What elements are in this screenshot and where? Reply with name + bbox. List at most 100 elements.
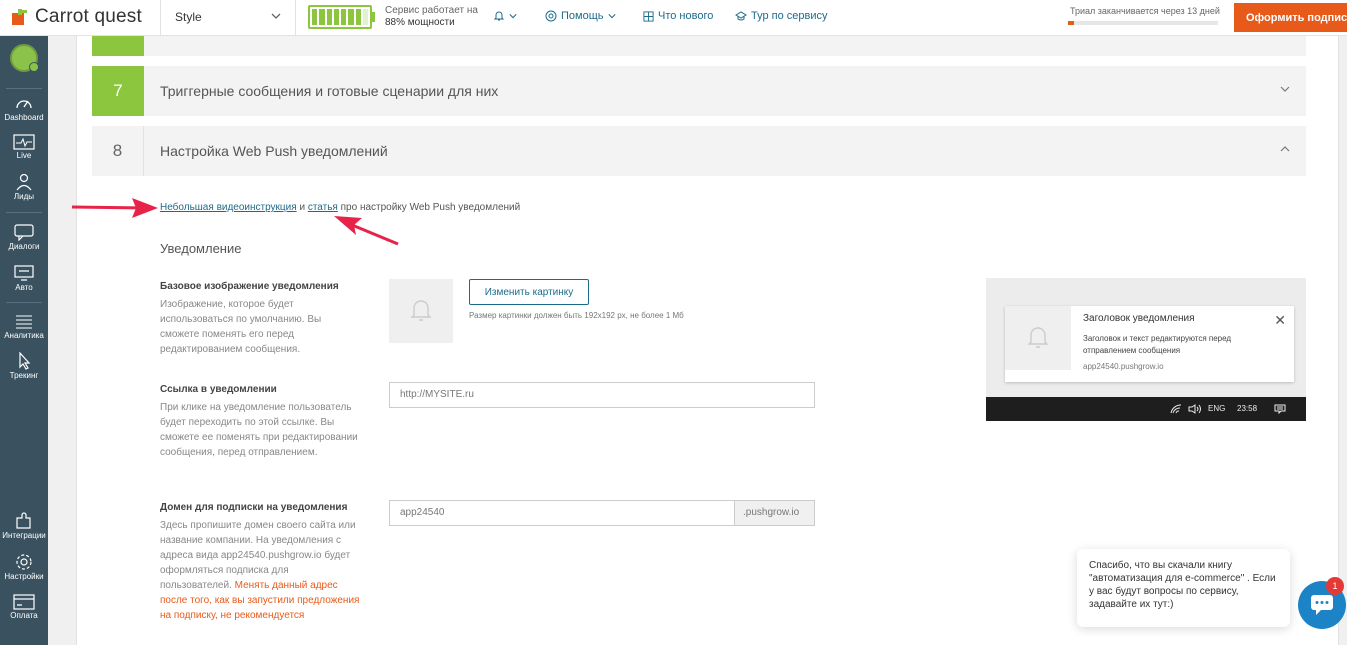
notification-domain: app24540.pushgrow.io bbox=[1083, 362, 1164, 371]
domain-input[interactable]: app24540 bbox=[389, 500, 735, 526]
auto-icon bbox=[14, 265, 34, 281]
chat-icon bbox=[1311, 595, 1333, 615]
link-field-label: Ссылка в уведомлении При клике на уведом… bbox=[160, 382, 360, 460]
chevron-down-icon bbox=[607, 14, 616, 19]
field-description: Изображение, которое будет использоватьс… bbox=[160, 299, 322, 355]
leads-icon bbox=[16, 173, 32, 191]
dashboard-icon bbox=[16, 100, 32, 109]
sidebar-item-label: Оплата bbox=[10, 611, 38, 620]
video-instruction-link[interactable]: Небольшая видеоинструкция bbox=[160, 202, 297, 213]
app-name: Carrot quest bbox=[35, 6, 142, 27]
notification-preview-card: Заголовок уведомления Заголовок и текст … bbox=[1005, 306, 1294, 382]
step-row-triggers[interactable]: 7 Триггерные сообщения и готовые сценари… bbox=[92, 66, 1306, 116]
taskbar-preview: ENG 23:58 bbox=[986, 397, 1306, 421]
sidebar-item-label: Авто bbox=[15, 283, 33, 292]
notification-preview: Заголовок уведомления Заголовок и текст … bbox=[986, 278, 1306, 421]
avatar[interactable] bbox=[10, 44, 39, 72]
puzzle-icon bbox=[16, 512, 31, 529]
sidebar-item-leads[interactable]: Лиды bbox=[0, 173, 48, 201]
power-battery-indicator bbox=[308, 5, 372, 29]
service-status-line1: Сервис работает на bbox=[385, 5, 478, 16]
style-select-value: Style bbox=[175, 10, 202, 24]
step-number: 7 bbox=[92, 66, 144, 116]
logo[interactable]: Carrot quest bbox=[10, 6, 142, 28]
cursor-icon bbox=[19, 352, 31, 370]
notification-title: Заголовок уведомления bbox=[1083, 313, 1195, 324]
tour-link[interactable]: Тур по сервису bbox=[735, 10, 828, 22]
chevron-down-icon bbox=[271, 13, 281, 19]
taskbar-time: 23:58 bbox=[1237, 404, 1258, 413]
sidebar-item-settings[interactable]: Настройки bbox=[0, 553, 48, 581]
sidebar-item-label: Интеграции bbox=[2, 531, 46, 540]
analytics-icon bbox=[16, 315, 32, 329]
trial-text: Триал заканчивается через 13 дней bbox=[1070, 6, 1220, 16]
notifications-menu[interactable] bbox=[493, 10, 517, 22]
sidebar: Dashboard Live Лиды Диалоги Авто Аналити… bbox=[0, 36, 48, 645]
taskbar-language: ENG bbox=[1208, 404, 1226, 413]
sidebar-item-label: Аналитика bbox=[4, 331, 44, 340]
whats-new-link[interactable]: Что нового bbox=[643, 10, 713, 22]
sidebar-item-payment[interactable]: Оплата bbox=[0, 594, 48, 620]
domain-suffix: .pushgrow.io bbox=[735, 500, 815, 526]
notification-image bbox=[1005, 306, 1071, 370]
notification-link-input[interactable]: http://MYSITE.ru bbox=[389, 382, 815, 408]
unread-badge: 1 bbox=[1326, 577, 1344, 595]
style-select[interactable]: Style bbox=[160, 0, 296, 36]
wifi-icon bbox=[1170, 404, 1182, 414]
service-status-line2: 88% мощности bbox=[385, 17, 455, 28]
dialogs-icon bbox=[14, 224, 34, 241]
sidebar-item-label: Лиды bbox=[13, 192, 35, 201]
step-row-previous[interactable] bbox=[92, 36, 1306, 56]
credit-card-icon bbox=[13, 594, 35, 610]
sidebar-item-analytics[interactable]: Аналитика bbox=[0, 312, 48, 340]
sidebar-item-label: Dashboard bbox=[4, 113, 44, 122]
close-icon: ✕ bbox=[1274, 312, 1286, 328]
chevron-down-icon bbox=[509, 14, 517, 19]
domain-field-label: Домен для подписки на уведомления Здесь … bbox=[160, 500, 360, 623]
image-size-hint: Размер картинки должен быть 192x192 px, … bbox=[469, 311, 684, 320]
sidebar-item-dashboard[interactable]: Dashboard bbox=[0, 94, 48, 122]
subscribe-button[interactable]: Оформить подписку bbox=[1234, 3, 1347, 32]
step-title: Триггерные сообщения и готовые сценарии … bbox=[160, 83, 499, 99]
trial-progress-fill bbox=[1068, 21, 1074, 25]
trial-progress-bar bbox=[1068, 21, 1218, 25]
speaker-icon bbox=[1188, 404, 1201, 414]
sidebar-item-label: Диалоги bbox=[8, 242, 40, 251]
article-link[interactable]: статья bbox=[308, 202, 338, 213]
sidebar-item-tracking[interactable]: Трекинг bbox=[0, 352, 48, 380]
tour-label: Тур по сервису bbox=[751, 10, 828, 22]
field-title: Ссылка в уведомлении bbox=[160, 384, 277, 395]
service-status: Сервис работает на 88% мощности bbox=[385, 5, 478, 29]
grid-icon bbox=[643, 10, 654, 22]
sidebar-item-live[interactable]: Live bbox=[0, 134, 48, 160]
bell-icon bbox=[1027, 327, 1049, 348]
field-description: При клике на уведомление пользователь бу… bbox=[160, 402, 358, 458]
bell-icon bbox=[493, 11, 505, 21]
help-label: Помощь bbox=[561, 10, 604, 22]
field-title: Базовое изображение уведомления bbox=[160, 281, 339, 292]
bell-icon bbox=[410, 300, 432, 321]
chevron-down-icon bbox=[1280, 86, 1290, 92]
help-menu[interactable]: Помощь bbox=[545, 10, 616, 22]
step-title: Настройка Web Push уведомлений bbox=[160, 143, 388, 159]
notification-image-preview bbox=[389, 279, 453, 343]
intro-text: Небольшая видеоинструкция и статья про н… bbox=[160, 202, 521, 213]
sidebar-item-label: Live bbox=[16, 151, 32, 160]
sidebar-item-integrations[interactable]: Интеграции bbox=[0, 512, 48, 540]
sidebar-item-auto[interactable]: Авто bbox=[0, 264, 48, 292]
image-field-label: Базовое изображение уведомления Изображе… bbox=[160, 279, 360, 357]
sidebar-item-label: Трекинг bbox=[9, 371, 39, 380]
change-image-button[interactable]: Изменить картинку bbox=[469, 279, 589, 305]
action-center-icon bbox=[1274, 404, 1286, 414]
step-row-web-push[interactable]: 8 Настройка Web Push уведомлений bbox=[92, 126, 1306, 176]
field-title: Домен для подписки на уведомления bbox=[160, 502, 348, 513]
chat-popup[interactable]: Спасибо, что вы скачали книгу "автоматиз… bbox=[1077, 549, 1290, 627]
sidebar-item-label: Настройки bbox=[4, 572, 44, 581]
carrot-logo-icon bbox=[12, 9, 27, 25]
lifebuoy-icon bbox=[545, 10, 557, 22]
sidebar-item-dialogs[interactable]: Диалоги bbox=[0, 223, 48, 251]
notification-text: Заголовок и текст редактируются перед от… bbox=[1083, 334, 1232, 355]
live-icon bbox=[13, 134, 35, 150]
section-title: Уведомление bbox=[160, 241, 242, 256]
gear-icon bbox=[16, 554, 32, 570]
